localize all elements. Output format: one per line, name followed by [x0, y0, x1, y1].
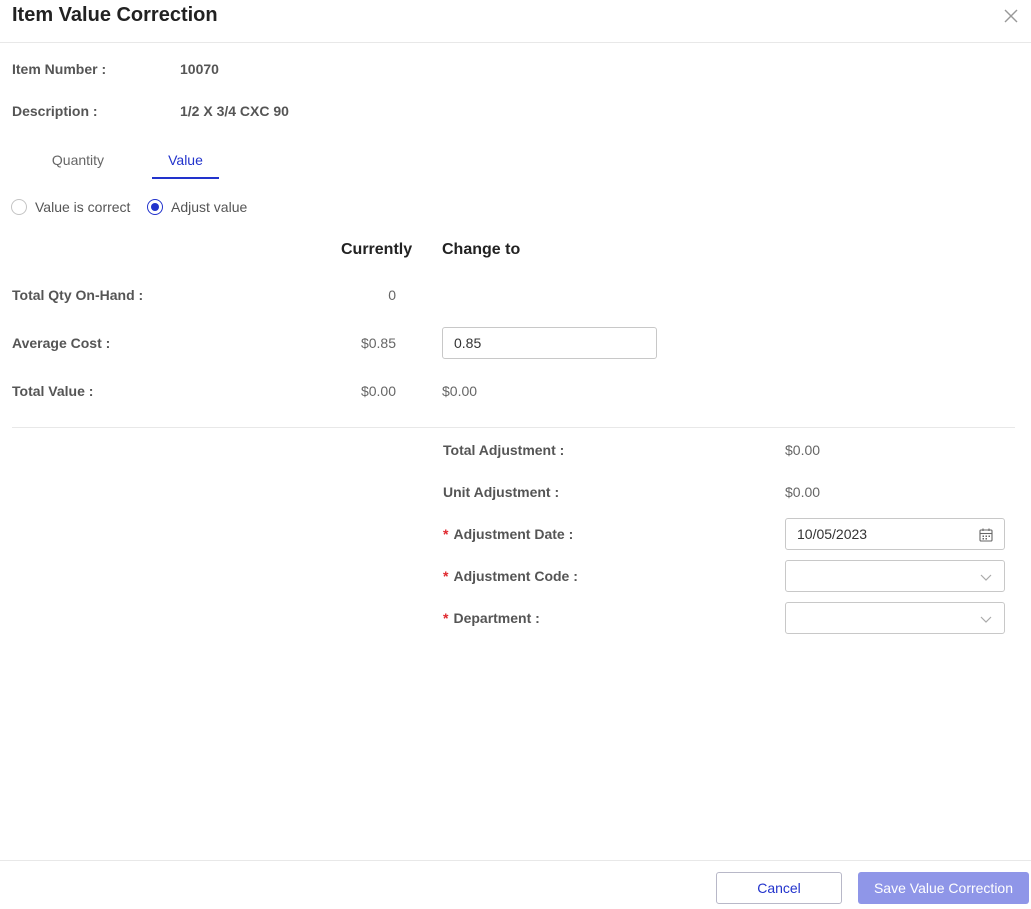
dialog-title: Item Value Correction — [12, 4, 218, 26]
radio-label-adjust-value: Adjust value — [171, 199, 248, 215]
average-cost-label: Average Cost : — [12, 335, 111, 351]
description-label: Description : — [12, 103, 98, 119]
unit-adjustment-value: $0.00 — [785, 484, 821, 500]
total-value-current: $0.00 — [360, 383, 396, 399]
average-cost-current: $0.85 — [360, 335, 396, 351]
department-select[interactable] — [785, 602, 1005, 634]
item-number-value: 10070 — [180, 61, 219, 77]
tab-quantity[interactable]: Quantity — [38, 150, 118, 179]
radio-button-unchecked[interactable] — [11, 199, 27, 215]
adjustment-code-label-text: Adjustment Code : — [453, 568, 578, 584]
adjustment-date-picker[interactable]: 10/05/2023 — [785, 518, 1005, 550]
adjustment-date-label: * Adjustment Date : — [443, 526, 573, 542]
description-value: 1/2 X 3/4 CXC 90 — [180, 103, 289, 119]
radio-value-is-correct[interactable]: Value is correct — [11, 197, 130, 217]
column-header-change-to: Change to — [442, 241, 521, 258]
radio-label-value-is-correct: Value is correct — [35, 199, 131, 215]
total-value-change: $0.00 — [442, 383, 478, 399]
total-qty-label: Total Qty On-Hand : — [12, 287, 144, 303]
close-button[interactable] — [1000, 5, 1022, 27]
department-label: * Department : — [443, 610, 540, 626]
required-marker: * — [443, 568, 449, 584]
department-label-text: Department : — [453, 610, 540, 626]
tab-value[interactable]: Value — [152, 150, 219, 179]
radio-adjust-value[interactable]: Adjust value — [147, 197, 247, 217]
chevron-down-icon[interactable] — [978, 569, 994, 585]
total-adjustment-label: Total Adjustment : — [443, 442, 565, 458]
required-marker: * — [443, 610, 449, 626]
average-cost-input[interactable] — [442, 327, 657, 359]
save-value-correction-button[interactable]: Save Value Correction — [858, 872, 1029, 904]
adjustment-date-value[interactable]: 10/05/2023 — [797, 526, 867, 542]
unit-adjustment-label: Unit Adjustment : — [443, 484, 560, 500]
total-qty-current: 0 — [388, 287, 396, 303]
adjustment-date-label-text: Adjustment Date : — [453, 526, 574, 542]
cancel-button[interactable]: Cancel — [716, 872, 842, 904]
adjustment-code-label: * Adjustment Code : — [443, 568, 578, 584]
total-value-label: Total Value : — [12, 383, 94, 399]
close-icon[interactable] — [1000, 5, 1022, 27]
chevron-down-icon[interactable] — [978, 611, 994, 627]
item-number-label: Item Number : — [12, 61, 107, 77]
radio-button-checked[interactable] — [147, 199, 163, 215]
calendar-icon[interactable] — [978, 527, 994, 543]
total-adjustment-value: $0.00 — [785, 442, 821, 458]
adjustment-code-select[interactable] — [785, 560, 1005, 592]
section-divider — [12, 427, 1015, 428]
dialog-header: Item Value Correction — [0, 0, 1031, 43]
required-marker: * — [443, 526, 449, 542]
column-header-currently: Currently — [341, 241, 413, 258]
